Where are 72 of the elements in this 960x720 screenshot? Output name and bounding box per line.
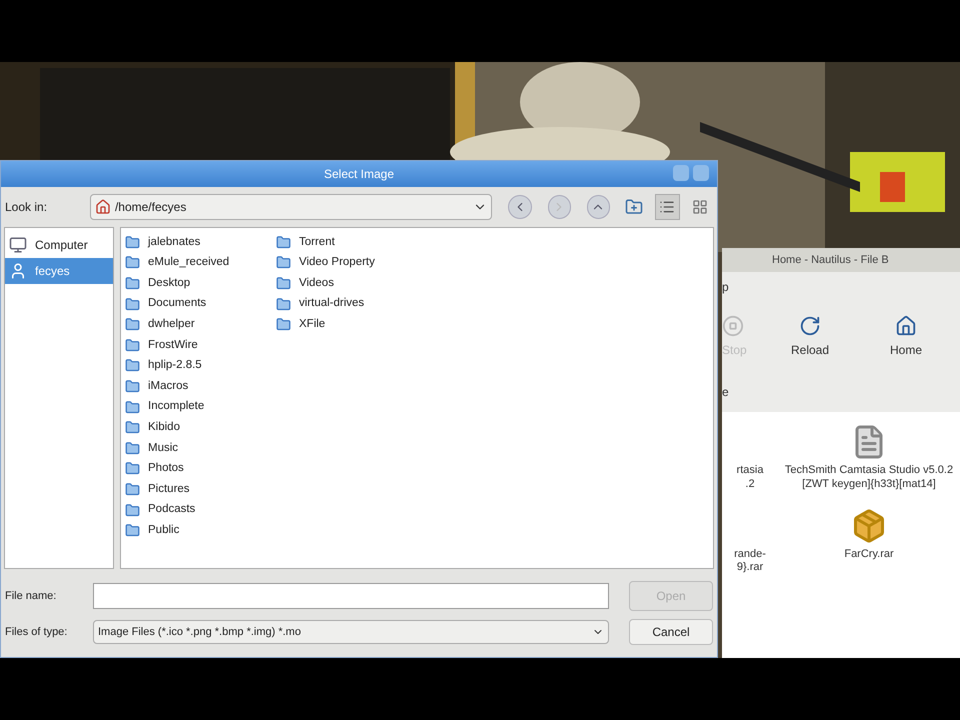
folder-icon bbox=[125, 502, 140, 518]
folder-item[interactable]: Desktop bbox=[125, 273, 260, 294]
file-label[interactable]: FarCry.rar bbox=[840, 548, 898, 562]
cancel-button[interactable]: Cancel bbox=[629, 619, 713, 645]
file-name-label: File name: bbox=[5, 588, 58, 604]
folder-icon bbox=[125, 276, 140, 291]
folder-icon bbox=[276, 296, 291, 312]
file-type-dropdown[interactable]: Image Files (*.ico *.png *.bmp *.img) *.mo bbox=[93, 620, 609, 644]
folder-icon bbox=[125, 440, 140, 456]
folder-item[interactable]: Video Property bbox=[276, 252, 411, 274]
folder-item[interactable]: Incomplete bbox=[125, 396, 260, 418]
package-icon bbox=[851, 508, 887, 544]
folder-icon bbox=[125, 378, 140, 394]
folder-item[interactable]: hplip-2.8.5 bbox=[125, 356, 260, 376]
folder-icon bbox=[125, 400, 140, 415]
folder-icon bbox=[125, 234, 140, 250]
up-button[interactable] bbox=[586, 195, 610, 219]
reload-button[interactable]: Reload bbox=[762, 315, 858, 359]
forward-button[interactable] bbox=[548, 195, 571, 219]
folder-item[interactable]: Pictures bbox=[125, 479, 260, 500]
folder-item[interactable]: Documents bbox=[125, 294, 260, 314]
folder-icon bbox=[125, 296, 140, 312]
location-text: e bbox=[722, 384, 729, 401]
file-type-label: Files of type: bbox=[5, 624, 68, 640]
user-icon bbox=[9, 262, 27, 280]
folder-item[interactable]: Torrent bbox=[276, 232, 411, 253]
folder-item[interactable]: jalebnates bbox=[125, 232, 260, 253]
folder-icon bbox=[276, 317, 291, 332]
home-button[interactable]: Home bbox=[858, 315, 954, 359]
file-name-field[interactable] bbox=[93, 583, 609, 609]
back-button[interactable] bbox=[508, 195, 532, 219]
menu-item[interactable]: p bbox=[722, 278, 729, 296]
folder-icon bbox=[125, 255, 140, 270]
folder-item[interactable]: Music bbox=[125, 438, 260, 459]
folder-item[interactable]: Podcasts bbox=[125, 500, 260, 520]
folder-icon bbox=[125, 523, 140, 538]
home-icon bbox=[895, 315, 917, 337]
folder-icon bbox=[125, 338, 140, 353]
folder-icon bbox=[276, 276, 291, 291]
file-label[interactable]: rtasia .2 bbox=[732, 464, 768, 492]
folder-item[interactable]: Public bbox=[125, 520, 260, 541]
folder-item[interactable]: Kibido bbox=[125, 417, 260, 438]
file-label[interactable]: rande- 9}.rar bbox=[730, 548, 770, 575]
folder-icon bbox=[125, 482, 140, 497]
folder-item[interactable]: dwhelper bbox=[125, 314, 260, 335]
reload-icon bbox=[799, 315, 821, 337]
folder-plus-icon bbox=[625, 198, 644, 216]
folder-item[interactable]: eMule_received bbox=[125, 252, 260, 274]
file-label[interactable]: TechSmith Camtasia Studio v5.0.2 [ZWT keygen]{h33t}[mat14] bbox=[778, 464, 960, 492]
folder-item[interactable]: XFile bbox=[276, 314, 411, 335]
folder-icon bbox=[276, 234, 291, 250]
stop-icon bbox=[722, 315, 744, 337]
folder-item[interactable]: virtual-drives bbox=[276, 294, 411, 314]
home-icon bbox=[94, 199, 111, 215]
folder-item[interactable]: iMacros bbox=[125, 376, 260, 397]
sidebar-item[interactable]: Computer bbox=[5, 232, 113, 258]
window-title: Home - Nautilus - File B bbox=[772, 252, 889, 268]
folder-icon bbox=[125, 461, 140, 476]
list-view-button[interactable] bbox=[654, 194, 680, 220]
list-icon bbox=[659, 199, 676, 215]
folder-item[interactable]: Photos bbox=[125, 458, 260, 480]
folder-icon bbox=[125, 317, 140, 332]
look-in-dropdown[interactable]: /home/fecyes bbox=[90, 194, 492, 220]
window-title: Select Image bbox=[324, 166, 394, 183]
monitor-icon bbox=[9, 236, 27, 254]
grid-icon bbox=[692, 199, 708, 215]
folder-item[interactable]: Videos bbox=[276, 273, 411, 294]
folder-item[interactable]: FrostWire bbox=[125, 334, 260, 356]
folder-icon bbox=[125, 420, 140, 436]
look-in-label: Look in: bbox=[5, 199, 48, 216]
folder-icon bbox=[125, 358, 140, 374]
folder-icon bbox=[276, 255, 291, 270]
